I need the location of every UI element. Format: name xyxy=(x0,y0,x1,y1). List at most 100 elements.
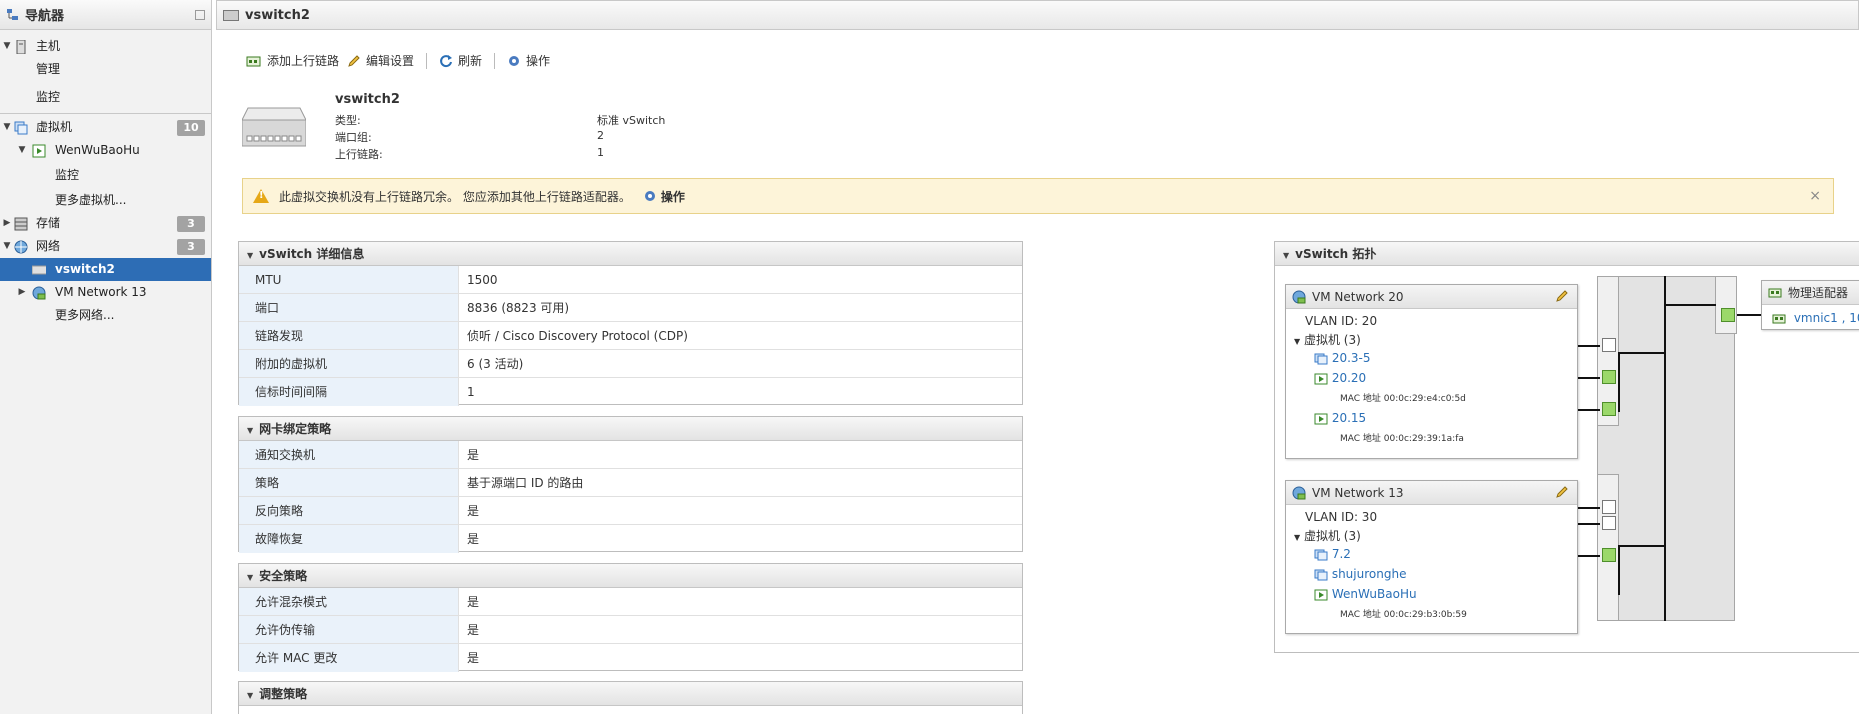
vm-port[interactable] xyxy=(1602,500,1616,514)
nav-vswitch2-label: vswitch2 xyxy=(55,262,115,276)
refresh-button[interactable]: 刷新 xyxy=(435,50,486,71)
teaming-value: 是 xyxy=(467,532,480,546)
security-row: 允许混杂模式是 xyxy=(239,588,1022,616)
vlan-id: VLAN ID: 20 xyxy=(1305,314,1378,328)
nav-storage-label: 存储 xyxy=(36,216,61,230)
nav-network[interactable]: ▼ 网络 3 xyxy=(0,235,211,258)
add-uplink-button[interactable]: 添加上行链路 xyxy=(242,50,343,71)
port-group-icon xyxy=(1292,486,1306,499)
nav-vswitch2[interactable]: vswitch2 xyxy=(0,258,211,281)
vm-item[interactable]: 20.3-5 xyxy=(1314,351,1371,365)
vm-port[interactable] xyxy=(1602,516,1616,530)
port-group-name: VM Network 13 xyxy=(1312,485,1404,500)
mac-address: MAC 地址 00:0c:29:e4:c0:5d xyxy=(1340,394,1466,404)
chevron-down-icon[interactable]: ▼ xyxy=(1294,337,1300,346)
nav-vms[interactable]: ▼ 虚拟机 10 xyxy=(0,116,211,139)
vm-item[interactable]: 20.20 xyxy=(1314,371,1366,385)
chevron-down-icon[interactable]: ▼ xyxy=(247,244,253,268)
security-panel: ▼ 安全策略 允许混杂模式是 允许伪传输是 允许 MAC 更改是 xyxy=(238,563,1023,672)
physical-nic-item[interactable]: vmnic1 , 1000 Mbps, 全双工 xyxy=(1772,309,1859,326)
vm-group-icon xyxy=(14,121,28,135)
chevron-down-icon[interactable]: ▼ xyxy=(247,566,253,590)
edit-pencil-icon[interactable] xyxy=(1555,485,1569,499)
security-value: 是 xyxy=(467,651,480,665)
chevron-down-icon[interactable]: ▼ xyxy=(1294,533,1300,542)
summary-type-value: 标准 vSwitch xyxy=(597,114,666,127)
teaming-key: 故障恢复 xyxy=(239,525,459,553)
vm-list-toggle[interactable]: ▼ 虚拟机 (3) xyxy=(1294,331,1361,348)
nav-vm-label: WenWuBaoHu xyxy=(55,143,140,157)
chevron-down-icon[interactable]: ▼ xyxy=(247,684,253,708)
traffic-shaping-header[interactable]: ▼ 调整策略 xyxy=(239,682,1022,706)
port-group-card[interactable]: VM Network 20 VLAN ID: 20 ▼ 虚拟机 (3) 20.3… xyxy=(1285,284,1578,459)
vm-list-toggle[interactable]: ▼ 虚拟机 (3) xyxy=(1294,527,1361,544)
vm-port-line xyxy=(1578,523,1600,525)
chevron-right-icon[interactable]: ▶ xyxy=(2,212,12,235)
nav-more-networks[interactable]: 更多网络... xyxy=(0,304,211,327)
actions-button[interactable]: 操作 xyxy=(503,50,554,71)
vm-link[interactable]: 20.3-5 xyxy=(1332,351,1371,365)
vswitch-image xyxy=(242,107,306,147)
vm-link[interactable]: WenWuBaoHu xyxy=(1332,587,1417,601)
physical-adapters-header: 物理适配器 xyxy=(1762,281,1859,305)
chevron-down-icon[interactable]: ▼ xyxy=(2,235,12,258)
vm-item[interactable]: 20.15 xyxy=(1314,411,1366,425)
teaming-value: 是 xyxy=(467,504,480,518)
nav-vm-wenwubaohu[interactable]: ▼ WenWuBaoHu xyxy=(0,139,211,162)
chevron-down-icon[interactable]: ▼ xyxy=(2,35,12,58)
vm-powered-on-icon xyxy=(1314,589,1328,600)
vm-port[interactable] xyxy=(1602,338,1616,352)
summary-type-key: 类型: xyxy=(335,114,361,127)
chevron-down-icon[interactable]: ▼ xyxy=(247,419,253,443)
warning-icon xyxy=(253,189,269,203)
vm-port-active[interactable] xyxy=(1602,402,1616,416)
nav-vm-network-13[interactable]: ▶ VM Network 13 xyxy=(0,281,211,304)
detail-value: 8836 (8823 可用) xyxy=(467,301,570,315)
nav-more-vms[interactable]: 更多虚拟机... xyxy=(0,189,211,212)
nav-host-manage[interactable]: 管理 xyxy=(0,58,211,81)
vm-port-active[interactable] xyxy=(1602,370,1616,384)
vm-port-active[interactable] xyxy=(1602,548,1616,562)
mac-address: MAC 地址 00:0c:29:b3:0b:59 xyxy=(1340,610,1467,620)
detail-value: 侦听 / Cisco Discovery Protocol (CDP) xyxy=(467,329,688,343)
port-group-card[interactable]: VM Network 13 VLAN ID: 30 ▼ 虚拟机 (3) 7.2 … xyxy=(1285,480,1578,634)
add-uplink-label: 添加上行链路 xyxy=(267,54,340,68)
chevron-down-icon[interactable]: ▼ xyxy=(1283,244,1289,268)
chevron-down-icon[interactable]: ▼ xyxy=(17,139,27,162)
vm-icon xyxy=(1314,549,1328,560)
detail-key: 链路发现 xyxy=(239,322,459,349)
traffic-shaping-title: 调整策略 xyxy=(259,687,308,701)
vm-link[interactable]: 20.20 xyxy=(1332,371,1366,385)
vm-item[interactable]: 7.2 xyxy=(1314,547,1351,561)
uplink-port[interactable] xyxy=(1721,308,1735,322)
vm-link[interactable]: shujuronghe xyxy=(1332,567,1407,581)
detail-value: 6 (3 活动) xyxy=(467,357,524,371)
nav-vm-monitor[interactable]: 监控 xyxy=(0,164,211,187)
detail-row: 链路发现 侦听 / Cisco Discovery Protocol (CDP) xyxy=(239,322,1022,350)
vswitch-details-header[interactable]: ▼ vSwitch 详细信息 xyxy=(239,242,1022,266)
physical-nic-link[interactable]: vmnic1 , 1000 Mbps, 全双工 xyxy=(1794,311,1859,325)
edit-settings-button[interactable]: 编辑设置 xyxy=(343,50,418,71)
navigator-title: 导航器 xyxy=(25,9,65,24)
vm-item[interactable]: shujuronghe xyxy=(1314,567,1406,581)
vm-item[interactable]: WenWuBaoHu xyxy=(1314,587,1417,601)
add-uplink-icon xyxy=(246,56,261,66)
close-icon[interactable]: × xyxy=(1809,188,1821,204)
traffic-shaping-panel: ▼ 调整策略 xyxy=(238,681,1023,714)
security-header[interactable]: ▼ 安全策略 xyxy=(239,564,1022,588)
topology-header[interactable]: ▼ vSwitch 拓扑 xyxy=(1275,242,1859,266)
nic-teaming-header[interactable]: ▼ 网卡绑定策略 xyxy=(239,417,1022,441)
chevron-right-icon[interactable]: ▶ xyxy=(17,281,27,304)
nav-host-monitor[interactable]: 监控 xyxy=(0,86,211,109)
warning-actions-button[interactable]: 操作 xyxy=(643,188,685,205)
chevron-down-icon[interactable]: ▼ xyxy=(2,116,12,139)
summary-uplinks-key: 上行链路: xyxy=(335,148,383,161)
nav-storage[interactable]: ▶ 存储 3 xyxy=(0,212,211,235)
teaming-key: 策略 xyxy=(239,469,459,496)
vm-link[interactable]: 7.2 xyxy=(1332,547,1351,561)
edit-pencil-icon[interactable] xyxy=(1555,289,1569,303)
vm-link[interactable]: 20.15 xyxy=(1332,411,1366,425)
nav-host[interactable]: ▼ 主机 xyxy=(0,35,211,58)
pin-icon[interactable] xyxy=(195,9,205,20)
vm-port-line xyxy=(1578,345,1600,347)
